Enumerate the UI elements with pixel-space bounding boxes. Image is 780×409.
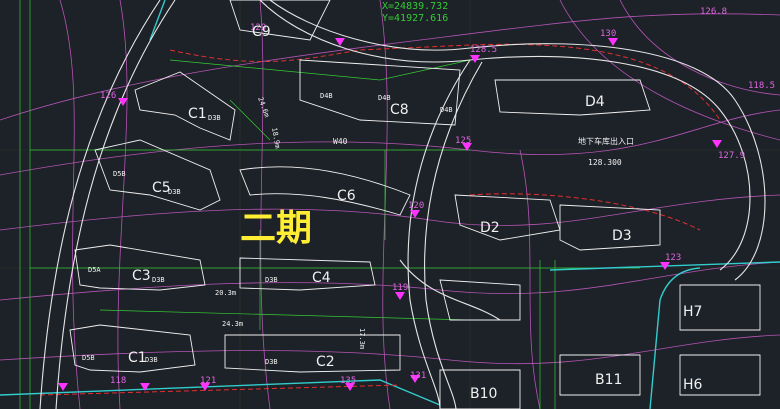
unit-tag: D3B <box>145 356 158 364</box>
block-label-c3: C3 <box>132 268 151 284</box>
unit-tag: D3B <box>152 276 165 284</box>
dimension-a: 24.6m <box>256 96 271 119</box>
contour-lines <box>0 0 780 409</box>
grid-refs: 126.8 118.5 127.9 130 128.5 125 123 120 119 126 11… <box>100 7 775 386</box>
block-label-c2: C2 <box>316 354 335 370</box>
unit-tag: D4B <box>320 92 333 100</box>
block-label-d3: D3 <box>612 228 632 244</box>
unit-tag: D3B <box>265 276 278 284</box>
block-label-c8: C8 <box>390 102 409 118</box>
block-label-d2: D2 <box>480 220 500 236</box>
phase-label: 二期 <box>240 208 312 249</box>
dimension-d: 24.3m <box>222 320 243 328</box>
grid-ref-label: 130 <box>600 29 616 39</box>
block-label-h6: H6 <box>683 377 703 393</box>
grid-ref-label: 120 <box>408 201 424 211</box>
dimension-c: 20.3m <box>215 289 236 297</box>
block-label-c1-top: C1 <box>188 106 207 122</box>
grid-ref-label: 118.5 <box>748 81 775 91</box>
grid-ref-label: 128.5 <box>470 45 497 55</box>
site-plan-drawing: X=24839.732 Y=41927.616 126.8118.5127.91… <box>0 0 780 409</box>
block-label-b11: B11 <box>595 372 622 388</box>
grid-ref-label: 118 <box>110 376 126 386</box>
grid-ref-label: 126 <box>100 91 116 101</box>
grid-ref-label: 123 <box>665 253 681 263</box>
w40-label: W40 <box>333 137 348 146</box>
dimension-lines <box>19 0 640 409</box>
cyan-boundary <box>0 0 780 409</box>
grid-ref-label: 126.8 <box>700 7 727 17</box>
unit-tag: D3B <box>208 114 221 122</box>
dimension-b: 18.9m <box>270 127 282 149</box>
block-label-d4: D4 <box>585 94 605 110</box>
grid-ref-label: 127.9 <box>718 151 745 161</box>
grid-ref-label: 135 <box>340 376 356 386</box>
grid-lines <box>0 0 780 409</box>
block-label-c4: C4 <box>312 270 331 286</box>
block-label-c6: C6 <box>337 188 356 204</box>
block-label-b10: B10 <box>470 386 497 402</box>
block-label-h7: H7 <box>683 304 702 320</box>
basement-entry-label: 地下车库出入口 <box>578 136 634 146</box>
grid-ref-label: 131 <box>410 371 426 381</box>
unit-tag: D4B <box>378 94 391 102</box>
unit-tag: D5B <box>82 354 95 362</box>
coord-y: Y=41927.616 <box>382 13 448 24</box>
block-label-c9: C9 <box>252 24 271 40</box>
elevation-label: 128.300 <box>588 158 622 167</box>
cad-site-plan: X=24839.732 Y=41927.616 126.8 118.5 127.9 1… <box>0 0 780 409</box>
grid-ref-label: 119 <box>392 283 408 293</box>
coord-x: X=24839.732 <box>382 1 448 12</box>
unit-tag: D3B <box>168 188 181 196</box>
grid-ref-label: 121 <box>200 376 216 386</box>
unit-tag: D4B <box>440 106 453 114</box>
unit-tag: D5B <box>113 170 126 178</box>
unit-tag: D5A <box>88 266 101 274</box>
dimension-e: 17.3m <box>358 328 366 349</box>
unit-tag: D3B <box>265 358 278 366</box>
block-label-c1-bottom: C1 <box>128 350 147 366</box>
grid-ref-label: 125 <box>455 136 471 146</box>
